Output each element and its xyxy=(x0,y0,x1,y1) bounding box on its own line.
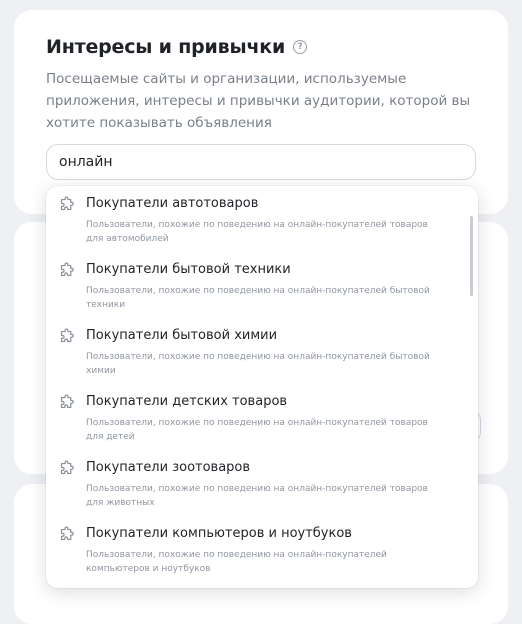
puzzle-piece-icon xyxy=(60,526,74,541)
interests-search-input[interactable] xyxy=(59,154,439,170)
suggestion-item[interactable]: Покупатели автотоваров Пользователи, пох… xyxy=(46,186,478,250)
section-title: Интересы и привычки xyxy=(46,36,286,58)
suggestions-dropdown: Покупатели автотоваров Пользователи, пох… xyxy=(46,186,478,588)
suggestion-subtitle: Пользователи, похожие по поведению на он… xyxy=(86,418,428,442)
suggestion-subtitle: Пользователи, похожие по поведению на он… xyxy=(86,220,428,244)
puzzle-piece-icon xyxy=(60,394,74,409)
section-header: Интересы и привычки ? xyxy=(46,36,308,58)
suggestion-subtitle: Пользователи, похожие по поведению на он… xyxy=(86,286,430,310)
suggestion-title: Покупатели компьютеров и ноутбуков xyxy=(86,526,352,541)
question-circle-icon[interactable]: ? xyxy=(293,40,308,54)
suggestion-subtitle: Пользователи, похожие по поведению на он… xyxy=(86,484,428,508)
suggestion-title: Покупатели зоотоваров xyxy=(86,460,251,475)
puzzle-piece-icon xyxy=(60,460,74,475)
suggestion-item[interactable]: Покупатели компьютеров и ноутбуков Польз… xyxy=(46,516,478,580)
suggestion-subtitle: Пользователи, похожие по поведению на он… xyxy=(86,352,430,376)
section-description: Посещаемые сайты и организации, использу… xyxy=(46,71,471,131)
suggestion-title: Покупатели бытовой химии xyxy=(86,328,278,343)
puzzle-piece-icon xyxy=(60,196,74,211)
suggestion-item[interactable]: Покупатели бытовой химии Пользователи, п… xyxy=(46,318,478,382)
suggestion-item[interactable]: Покупатели бытовой техники Пользователи,… xyxy=(46,252,478,316)
puzzle-piece-icon xyxy=(60,262,74,277)
suggestion-item[interactable]: Покупатели зоотоваров Пользователи, похо… xyxy=(46,450,478,514)
suggestion-title: Покупатели автотоваров xyxy=(86,196,259,211)
interests-search-field[interactable] xyxy=(46,144,476,180)
dropdown-scrollbar[interactable] xyxy=(470,216,473,296)
suggestion-subtitle: Пользователи, похожие по поведению на он… xyxy=(86,550,387,574)
suggestion-title: Покупатели детских товаров xyxy=(86,394,288,409)
suggestion-item[interactable]: Покупатели детских товаров Пользователи,… xyxy=(46,384,478,448)
puzzle-piece-icon xyxy=(60,328,74,343)
suggestion-title: Покупатели бытовой техники xyxy=(86,262,291,277)
